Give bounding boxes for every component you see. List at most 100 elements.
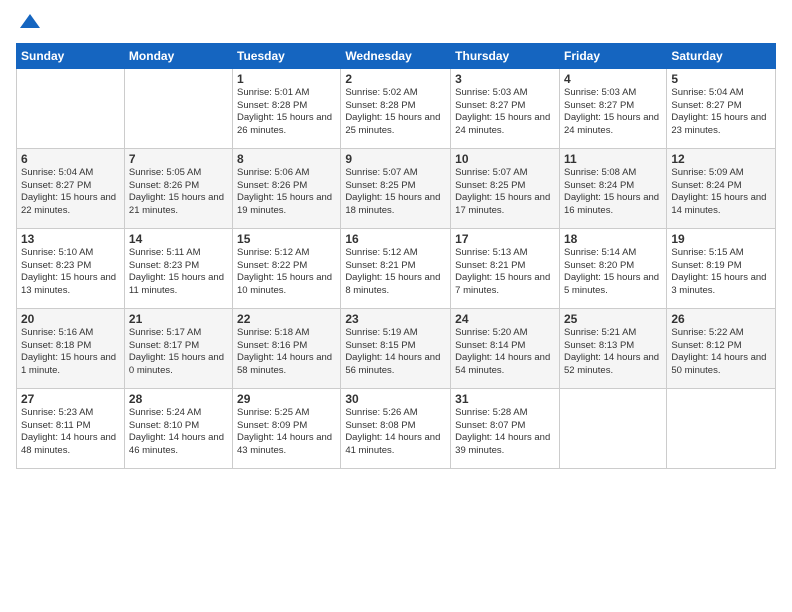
calendar-cell: 18Sunrise: 5:14 AMSunset: 8:20 PMDayligh…: [559, 228, 666, 308]
page: SundayMondayTuesdayWednesdayThursdayFrid…: [0, 0, 792, 612]
day-number: 30: [345, 392, 446, 406]
day-info: Sunrise: 5:19 AMSunset: 8:15 PMDaylight:…: [345, 327, 446, 378]
calendar-cell: 1Sunrise: 5:01 AMSunset: 8:28 PMDaylight…: [233, 68, 341, 148]
day-number: 19: [671, 232, 771, 246]
calendar-cell: 23Sunrise: 5:19 AMSunset: 8:15 PMDayligh…: [341, 308, 451, 388]
header: [16, 12, 776, 35]
calendar-week-row: 27Sunrise: 5:23 AMSunset: 8:11 PMDayligh…: [17, 388, 776, 468]
day-info: Sunrise: 5:21 AMSunset: 8:13 PMDaylight:…: [564, 327, 662, 378]
day-info: Sunrise: 5:04 AMSunset: 8:27 PMDaylight:…: [671, 87, 771, 138]
calendar-cell: 8Sunrise: 5:06 AMSunset: 8:26 PMDaylight…: [233, 148, 341, 228]
day-info: Sunrise: 5:28 AMSunset: 8:07 PMDaylight:…: [455, 407, 555, 458]
calendar-week-row: 20Sunrise: 5:16 AMSunset: 8:18 PMDayligh…: [17, 308, 776, 388]
day-number: 4: [564, 72, 662, 86]
calendar-cell: 25Sunrise: 5:21 AMSunset: 8:13 PMDayligh…: [559, 308, 666, 388]
day-number: 11: [564, 152, 662, 166]
calendar-cell: 29Sunrise: 5:25 AMSunset: 8:09 PMDayligh…: [233, 388, 341, 468]
calendar-cell: 2Sunrise: 5:02 AMSunset: 8:28 PMDaylight…: [341, 68, 451, 148]
day-number: 21: [129, 312, 228, 326]
calendar-cell: [17, 68, 125, 148]
day-info: Sunrise: 5:23 AMSunset: 8:11 PMDaylight:…: [21, 407, 120, 458]
day-info: Sunrise: 5:08 AMSunset: 8:24 PMDaylight:…: [564, 167, 662, 218]
day-info: Sunrise: 5:05 AMSunset: 8:26 PMDaylight:…: [129, 167, 228, 218]
day-info: Sunrise: 5:25 AMSunset: 8:09 PMDaylight:…: [237, 407, 336, 458]
calendar-cell: [559, 388, 666, 468]
day-info: Sunrise: 5:07 AMSunset: 8:25 PMDaylight:…: [345, 167, 446, 218]
day-number: 6: [21, 152, 120, 166]
day-number: 29: [237, 392, 336, 406]
day-info: Sunrise: 5:07 AMSunset: 8:25 PMDaylight:…: [455, 167, 555, 218]
day-info: Sunrise: 5:13 AMSunset: 8:21 PMDaylight:…: [455, 247, 555, 298]
calendar-cell: 9Sunrise: 5:07 AMSunset: 8:25 PMDaylight…: [341, 148, 451, 228]
calendar-cell: 31Sunrise: 5:28 AMSunset: 8:07 PMDayligh…: [451, 388, 560, 468]
day-info: Sunrise: 5:12 AMSunset: 8:22 PMDaylight:…: [237, 247, 336, 298]
day-number: 9: [345, 152, 446, 166]
day-info: Sunrise: 5:26 AMSunset: 8:08 PMDaylight:…: [345, 407, 446, 458]
day-number: 15: [237, 232, 336, 246]
day-number: 13: [21, 232, 120, 246]
calendar: SundayMondayTuesdayWednesdayThursdayFrid…: [16, 43, 776, 469]
calendar-cell: 6Sunrise: 5:04 AMSunset: 8:27 PMDaylight…: [17, 148, 125, 228]
calendar-week-row: 1Sunrise: 5:01 AMSunset: 8:28 PMDaylight…: [17, 68, 776, 148]
calendar-cell: 24Sunrise: 5:20 AMSunset: 8:14 PMDayligh…: [451, 308, 560, 388]
calendar-cell: 15Sunrise: 5:12 AMSunset: 8:22 PMDayligh…: [233, 228, 341, 308]
day-info: Sunrise: 5:24 AMSunset: 8:10 PMDaylight:…: [129, 407, 228, 458]
day-number: 12: [671, 152, 771, 166]
calendar-cell: [667, 388, 776, 468]
weekday-header: Monday: [124, 43, 232, 68]
day-number: 3: [455, 72, 555, 86]
day-number: 17: [455, 232, 555, 246]
weekday-header: Saturday: [667, 43, 776, 68]
logo: [16, 12, 42, 35]
day-info: Sunrise: 5:16 AMSunset: 8:18 PMDaylight:…: [21, 327, 120, 378]
calendar-cell: 7Sunrise: 5:05 AMSunset: 8:26 PMDaylight…: [124, 148, 232, 228]
day-number: 2: [345, 72, 446, 86]
day-number: 28: [129, 392, 228, 406]
day-info: Sunrise: 5:02 AMSunset: 8:28 PMDaylight:…: [345, 87, 446, 138]
day-info: Sunrise: 5:01 AMSunset: 8:28 PMDaylight:…: [237, 87, 336, 138]
weekday-header: Tuesday: [233, 43, 341, 68]
calendar-cell: 11Sunrise: 5:08 AMSunset: 8:24 PMDayligh…: [559, 148, 666, 228]
day-info: Sunrise: 5:15 AMSunset: 8:19 PMDaylight:…: [671, 247, 771, 298]
day-number: 18: [564, 232, 662, 246]
logo-icon: [18, 12, 42, 30]
day-info: Sunrise: 5:09 AMSunset: 8:24 PMDaylight:…: [671, 167, 771, 218]
day-info: Sunrise: 5:18 AMSunset: 8:16 PMDaylight:…: [237, 327, 336, 378]
day-info: Sunrise: 5:14 AMSunset: 8:20 PMDaylight:…: [564, 247, 662, 298]
calendar-cell: 14Sunrise: 5:11 AMSunset: 8:23 PMDayligh…: [124, 228, 232, 308]
day-number: 1: [237, 72, 336, 86]
day-number: 8: [237, 152, 336, 166]
calendar-header-row: SundayMondayTuesdayWednesdayThursdayFrid…: [17, 43, 776, 68]
calendar-cell: 17Sunrise: 5:13 AMSunset: 8:21 PMDayligh…: [451, 228, 560, 308]
day-number: 25: [564, 312, 662, 326]
day-number: 22: [237, 312, 336, 326]
day-info: Sunrise: 5:12 AMSunset: 8:21 PMDaylight:…: [345, 247, 446, 298]
day-number: 16: [345, 232, 446, 246]
day-number: 10: [455, 152, 555, 166]
day-number: 24: [455, 312, 555, 326]
day-number: 31: [455, 392, 555, 406]
day-info: Sunrise: 5:03 AMSunset: 8:27 PMDaylight:…: [564, 87, 662, 138]
calendar-cell: 19Sunrise: 5:15 AMSunset: 8:19 PMDayligh…: [667, 228, 776, 308]
day-info: Sunrise: 5:17 AMSunset: 8:17 PMDaylight:…: [129, 327, 228, 378]
calendar-cell: 4Sunrise: 5:03 AMSunset: 8:27 PMDaylight…: [559, 68, 666, 148]
calendar-cell: 30Sunrise: 5:26 AMSunset: 8:08 PMDayligh…: [341, 388, 451, 468]
day-number: 7: [129, 152, 228, 166]
calendar-cell: 16Sunrise: 5:12 AMSunset: 8:21 PMDayligh…: [341, 228, 451, 308]
weekday-header: Sunday: [17, 43, 125, 68]
calendar-cell: 10Sunrise: 5:07 AMSunset: 8:25 PMDayligh…: [451, 148, 560, 228]
day-number: 27: [21, 392, 120, 406]
weekday-header: Thursday: [451, 43, 560, 68]
weekday-header: Friday: [559, 43, 666, 68]
calendar-cell: 12Sunrise: 5:09 AMSunset: 8:24 PMDayligh…: [667, 148, 776, 228]
calendar-cell: 22Sunrise: 5:18 AMSunset: 8:16 PMDayligh…: [233, 308, 341, 388]
weekday-header: Wednesday: [341, 43, 451, 68]
calendar-cell: 21Sunrise: 5:17 AMSunset: 8:17 PMDayligh…: [124, 308, 232, 388]
day-info: Sunrise: 5:20 AMSunset: 8:14 PMDaylight:…: [455, 327, 555, 378]
day-info: Sunrise: 5:06 AMSunset: 8:26 PMDaylight:…: [237, 167, 336, 218]
calendar-cell: 28Sunrise: 5:24 AMSunset: 8:10 PMDayligh…: [124, 388, 232, 468]
calendar-cell: 26Sunrise: 5:22 AMSunset: 8:12 PMDayligh…: [667, 308, 776, 388]
day-number: 23: [345, 312, 446, 326]
day-info: Sunrise: 5:10 AMSunset: 8:23 PMDaylight:…: [21, 247, 120, 298]
day-number: 14: [129, 232, 228, 246]
